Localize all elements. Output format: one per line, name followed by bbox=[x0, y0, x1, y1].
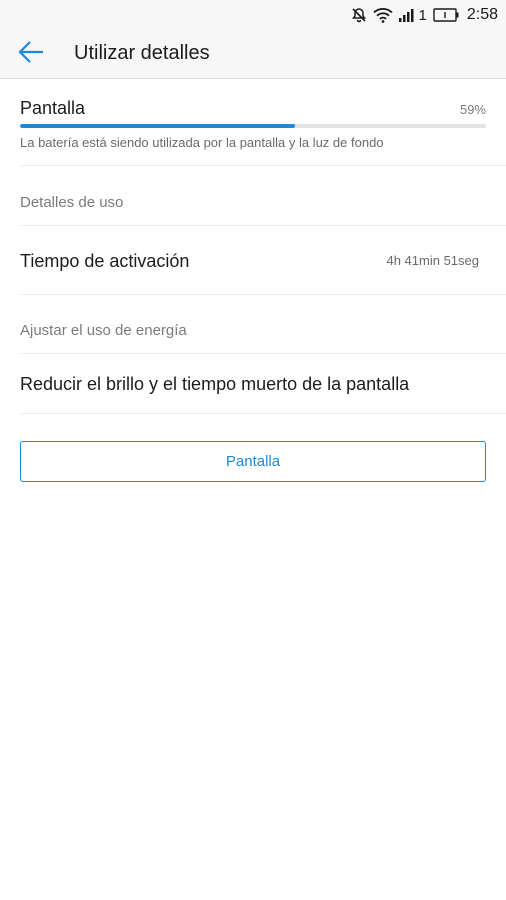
divider bbox=[20, 353, 506, 354]
usage-item-title: Pantalla bbox=[20, 98, 86, 118]
screen-settings-button[interactable]: Pantalla bbox=[20, 441, 486, 482]
divider bbox=[20, 165, 506, 166]
usage-progress-fill bbox=[20, 124, 295, 128]
wifi-icon bbox=[372, 7, 393, 23]
page-title: Utilizar detalles bbox=[74, 42, 210, 64]
status-bar: 1 2:58 bbox=[0, 0, 506, 30]
usage-percent: 59% bbox=[459, 102, 486, 117]
app-bar: Utilizar detalles bbox=[0, 30, 506, 79]
divider bbox=[20, 225, 506, 226]
back-button[interactable] bbox=[14, 40, 48, 68]
clock: 2:58 bbox=[466, 6, 498, 23]
usage-description: La batería está siendo utilizada por la … bbox=[20, 135, 384, 150]
section-header-usage-details: Detalles de uso bbox=[20, 194, 124, 211]
battery-icon bbox=[433, 8, 459, 22]
divider bbox=[20, 294, 506, 295]
activation-time-label: Tiempo de activación bbox=[20, 251, 190, 271]
signal-icon bbox=[398, 8, 415, 22]
activation-time-value: 4h 41min 51seg bbox=[386, 253, 479, 268]
status-icons: 1 2:58 bbox=[351, 5, 498, 25]
back-arrow-icon bbox=[17, 40, 45, 69]
sim-number: 1 bbox=[418, 6, 427, 24]
usage-progress-bar bbox=[20, 124, 486, 128]
section-header-energy: Ajustar el uso de energía bbox=[20, 322, 187, 339]
reduce-brightness-option[interactable]: Reducir el brillo y el tiempo muerto de … bbox=[20, 374, 409, 395]
mute-icon bbox=[351, 7, 367, 23]
divider bbox=[20, 413, 506, 414]
